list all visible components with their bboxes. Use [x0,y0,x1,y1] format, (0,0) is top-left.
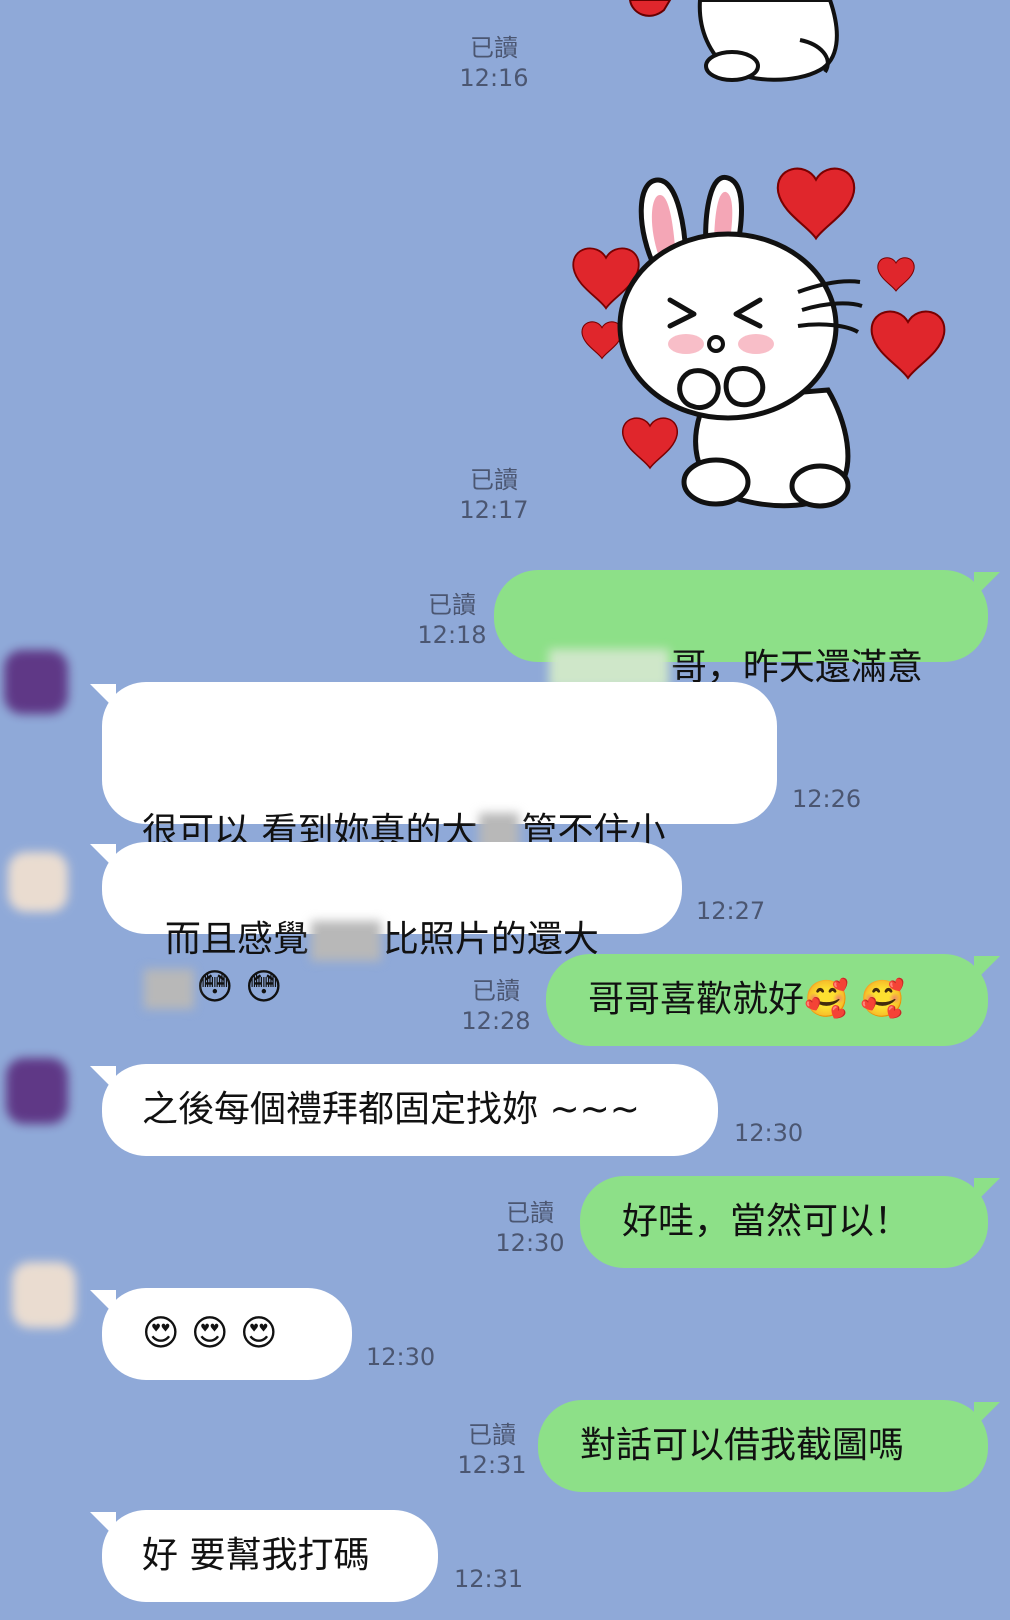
timestamp: 12:16 [459,64,529,92]
read-receipt-s1: 已讀 12:16 [454,33,534,93]
message-bubble-in-5[interactable]: 好 要幫我打碼 [90,1510,438,1602]
timestamp: 12:31 [454,1565,524,1593]
message-text: 好哇，當然可以！ [622,1201,911,1242]
read-label: 已讀 [468,1421,516,1449]
timestamp: 12:18 [417,621,487,649]
message-bubble-out-4[interactable]: 對話可以借我截圖嗎 [538,1400,1000,1492]
message-bubble-out-1[interactable]: 哥，昨天還滿意吧 [494,570,1000,740]
read-label: 已讀 [472,977,520,1005]
read-receipt-m4: 已讀 12:28 [456,976,536,1036]
bunny-sticker-top[interactable] [620,0,880,90]
message-bubble-in-3[interactable]: 之後每個禮拜都固定找妳 ~~~ [90,1064,718,1156]
message-text: 而且感覺 [164,919,309,960]
heart-eyes-emoji-icon: 😍 😍 😍 [142,1313,278,1354]
timestamp: 12:17 [459,496,529,524]
smiling-hearts-emoji-icon: 🥰 🥰 [804,979,906,1020]
message-text: 比照片的還大 [382,919,599,960]
timestamp: 12:26 [792,785,862,813]
message-text: 哥哥喜歡就好 [588,979,805,1020]
read-label: 已讀 [428,591,476,619]
message-bubble-in-4[interactable]: 😍 😍 😍 [90,1288,352,1380]
read-receipt-m1: 已讀 12:18 [412,590,492,650]
read-label: 已讀 [470,466,518,494]
sender-avatar[interactable] [4,650,68,714]
flushed-emoji-icon: 😳 😳 [196,967,283,1008]
sender-avatar[interactable] [8,852,68,912]
message-bubble-out-3[interactable]: 好哇，當然可以！ [580,1176,1000,1268]
timestamp: 12:30 [366,1343,436,1371]
message-text: 之後每個禮拜都固定找妳 ~~~ [142,1089,640,1130]
bunny-with-hearts-icon [572,167,946,509]
message-bubble-in-1[interactable]: 很可以 看到妳真的大 管不住小 😳 😳 [90,682,777,1009]
timestamp: 12:30 [495,1229,565,1257]
read-label: 已讀 [506,1199,554,1227]
read-receipt-m6: 已讀 12:30 [490,1198,570,1258]
sender-avatar[interactable] [12,1262,76,1328]
timestamp: 12:28 [461,1007,531,1035]
bunny-sticker-main[interactable] [566,150,956,530]
redacted-word [310,921,381,961]
read-label: 已讀 [470,34,518,62]
bunny-sticker-top-icon [628,0,839,82]
timestamp: 12:30 [734,1119,804,1147]
timestamp: 12:31 [457,1451,527,1479]
sender-avatar[interactable] [6,1058,68,1124]
message-text: 好 要幫我打碼 [142,1535,370,1576]
read-receipt-m8: 已讀 12:31 [452,1420,532,1480]
read-receipt-s2: 已讀 12:17 [454,465,534,525]
message-bubble-out-2[interactable]: 哥哥喜歡就好🥰 🥰 [546,954,1000,1046]
message-text: 對話可以借我截圖嗎 [580,1425,905,1466]
timestamp: 12:27 [696,897,766,925]
redacted-word [144,969,194,1009]
message-bubble-in-2[interactable]: 而且感覺 比照片的還大 [90,842,682,961]
